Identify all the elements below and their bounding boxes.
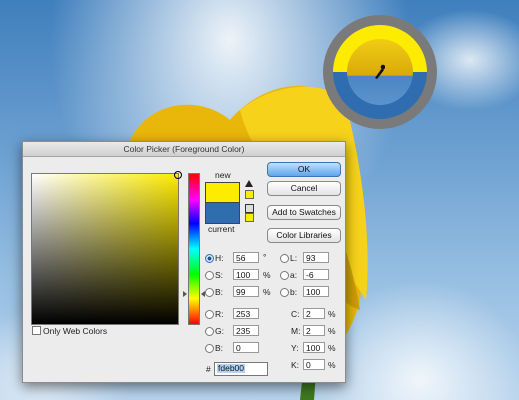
green-radio[interactable] [205, 327, 214, 336]
hue-label: H: [215, 253, 224, 263]
hex-value: fdeb00 [217, 363, 245, 373]
b-channel-radio[interactable] [280, 288, 289, 297]
black-unit: % [328, 360, 336, 370]
web-safe-swatch[interactable] [245, 213, 254, 222]
hex-input[interactable]: fdeb00 [214, 362, 268, 376]
cancel-button[interactable]: Cancel [267, 181, 341, 196]
blue-radio[interactable] [205, 344, 214, 353]
dialog-title: Color Picker (Foreground Color) [23, 142, 345, 157]
b-channel-label: b: [290, 287, 298, 297]
yellow-label: Y: [291, 343, 299, 353]
black-input[interactable]: 0 [303, 359, 325, 370]
blue-input[interactable]: 0 [233, 342, 259, 353]
brightness-unit: % [263, 287, 271, 297]
magenta-label: M: [291, 326, 301, 336]
brightness-input[interactable]: 99 [233, 286, 259, 297]
hue-unit: ° [263, 252, 267, 262]
cyan-unit: % [328, 309, 336, 319]
green-label: G: [215, 326, 224, 336]
saturation-input[interactable]: 100 [233, 269, 259, 280]
only-web-colors-label: Only Web Colors [43, 326, 108, 336]
ok-button[interactable]: OK [267, 162, 341, 177]
current-color-swatch[interactable] [205, 202, 240, 224]
lightness-label: L: [290, 253, 298, 263]
a-channel-radio[interactable] [280, 271, 289, 280]
lightness-input[interactable]: 93 [303, 252, 329, 263]
blue-label: B: [215, 343, 224, 353]
magenta-input[interactable]: 2 [303, 325, 325, 336]
cyan-input[interactable]: 2 [303, 308, 325, 319]
brightness-radio[interactable] [205, 288, 214, 297]
color-picker-dialog: Color Picker (Foreground Color) new curr… [22, 141, 346, 383]
yellow-input[interactable]: 100 [303, 342, 325, 353]
hex-label: # [206, 364, 211, 374]
only-web-colors-checkbox[interactable] [32, 326, 41, 335]
web-safe-cube-icon[interactable] [245, 204, 254, 213]
black-label: K: [291, 360, 300, 370]
brightness-label: B: [215, 287, 224, 297]
eyedropper-cursor-icon [375, 64, 385, 79]
a-channel-input[interactable]: -6 [303, 269, 329, 280]
yellow-unit: % [328, 343, 336, 353]
saturation-label: S: [215, 270, 224, 280]
saturation-unit: % [263, 270, 271, 280]
color-field-marker[interactable] [174, 171, 182, 179]
saturation-radio[interactable] [205, 271, 214, 280]
current-label: current [208, 224, 235, 234]
saturation-brightness-field[interactable] [31, 171, 182, 325]
hue-radio[interactable] [205, 254, 214, 263]
cyan-label: C: [291, 309, 300, 319]
red-radio[interactable] [205, 310, 214, 319]
out-of-gamut-warning-icon[interactable] [245, 180, 253, 187]
hue-slider[interactable] [188, 173, 200, 325]
new-label: new [215, 170, 231, 180]
red-label: R: [215, 309, 224, 319]
gamut-swatch[interactable] [245, 190, 254, 199]
red-input[interactable]: 253 [233, 308, 259, 319]
hue-slider-left-arrow[interactable] [183, 291, 187, 297]
green-input[interactable]: 235 [233, 325, 259, 336]
a-channel-label: a: [290, 270, 298, 280]
magenta-unit: % [328, 326, 336, 336]
lightness-radio[interactable] [280, 254, 289, 263]
b-channel-input[interactable]: 100 [303, 286, 329, 297]
new-color-swatch [205, 182, 240, 203]
add-to-swatches-button[interactable]: Add to Swatches [267, 205, 341, 220]
hue-input[interactable]: 56 [233, 252, 259, 263]
color-libraries-button[interactable]: Color Libraries [267, 228, 341, 243]
